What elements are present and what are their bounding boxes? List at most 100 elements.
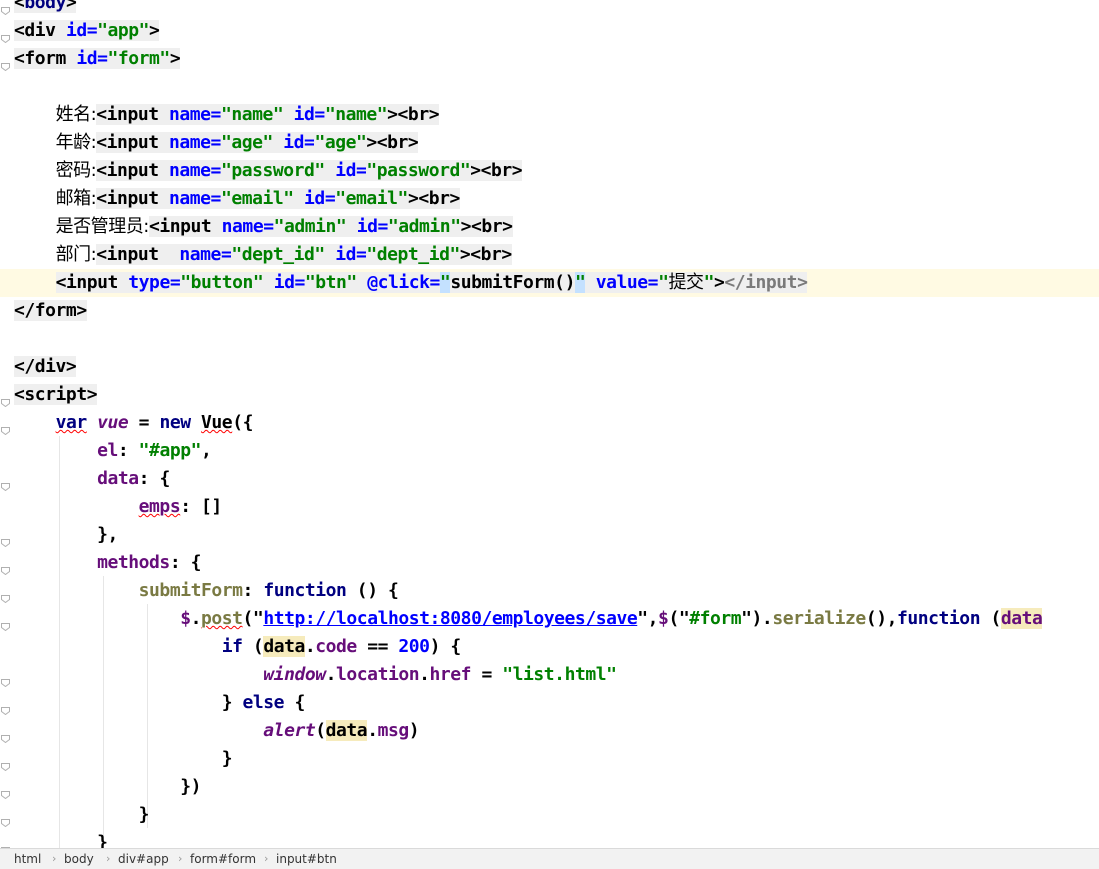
code-token: >	[713, 272, 725, 293]
code-line[interactable]: </div>	[14, 353, 77, 381]
code-token: <form	[14, 48, 77, 69]
code-token: ><br>	[366, 132, 419, 153]
code-line[interactable]: emps: []	[14, 493, 223, 521]
fold-marker-icon[interactable]	[1, 791, 10, 799]
chevron-right-icon: ›	[106, 852, 111, 865]
code-token: "	[439, 272, 451, 293]
code-line[interactable]: el: "#app",	[14, 437, 212, 465]
code-line[interactable]: $.post("http://localhost:8080/employees/…	[14, 605, 1043, 633]
fold-marker-icon[interactable]	[1, 735, 10, 743]
code-token: <input	[96, 160, 169, 181]
code-token: id=	[304, 188, 336, 209]
code-token: {	[284, 692, 305, 713]
code-line[interactable]: methods: {	[14, 549, 201, 577]
code-token: },	[14, 524, 118, 545]
fold-marker-icon[interactable]	[1, 707, 10, 715]
code-line[interactable]: submitForm: function () {	[14, 577, 399, 605]
chevron-right-icon: ›	[264, 852, 269, 865]
fold-marker-icon[interactable]	[1, 7, 10, 15]
code-line[interactable]: }	[14, 801, 150, 829]
fold-marker-icon[interactable]	[1, 399, 10, 407]
breadcrumb-body[interactable]: body	[64, 852, 94, 866]
code-token: "app"	[97, 20, 150, 41]
code-line[interactable]: 密码:<input name="password" id="password">…	[14, 157, 523, 185]
code-line[interactable]: }	[14, 745, 233, 773]
code-token: ==	[356, 636, 399, 657]
fold-marker-icon[interactable]	[1, 763, 10, 771]
fold-marker-icon[interactable]	[1, 679, 10, 687]
code-token: window	[263, 664, 326, 685]
code-line[interactable]: data: {	[14, 465, 170, 493]
code-line[interactable]: alert(data.msg)	[14, 717, 420, 745]
breadcrumb-html[interactable]: html	[14, 852, 41, 866]
code-token: id=	[273, 272, 305, 293]
code-token: "password"	[366, 160, 471, 181]
fold-marker-icon[interactable]	[1, 595, 10, 603]
code-editor[interactable]: <body> <div id="app"> <form id="form"> 姓名:…	[0, 0, 1099, 848]
code-token: "	[574, 272, 586, 293]
code-token: ,	[201, 440, 212, 461]
fold-marker-icon[interactable]	[1, 623, 10, 631]
code-line[interactable]: if (data.code == 200) {	[14, 633, 461, 661]
code-token: "admin"	[273, 216, 357, 237]
fold-marker-icon[interactable]	[1, 63, 10, 71]
code-token: submitForm	[138, 580, 243, 601]
code-line-current[interactable]: <input type="button" id="btn" @click="su…	[0, 269, 1099, 297]
code-token: location	[336, 664, 420, 685]
fold-marker-icon[interactable]	[1, 819, 10, 827]
code-line[interactable]: var vue = new Vue({	[14, 409, 254, 437]
breadcrumb-form-form[interactable]: form#form	[190, 852, 256, 866]
code-token: <script>	[14, 384, 98, 405]
code-token: "	[703, 272, 714, 293]
code-token: ("	[668, 608, 690, 629]
breadcrumb-div-app[interactable]: div#app	[118, 852, 169, 866]
code-line[interactable]: 部门:<input name="dept_id" id="dept_id"><b…	[14, 241, 512, 269]
code-token: $	[658, 608, 669, 629]
fold-marker-icon[interactable]	[1, 35, 10, 43]
code-token: ><br>	[459, 244, 512, 265]
code-line[interactable]: 邮箱:<input name="email" id="email"><br>	[14, 185, 460, 213]
code-token: id=	[335, 244, 367, 265]
code-token: )	[408, 720, 420, 741]
code-token: alert	[263, 720, 316, 741]
code-line[interactable]: <form id="form">	[14, 45, 181, 73]
code-line[interactable]: </form>	[14, 297, 87, 325]
code-line[interactable]: <script>	[14, 381, 98, 409]
code-line[interactable]: 姓名:<input name="name" id="name"><br>	[14, 101, 440, 129]
code-line[interactable]: <div id="app">	[14, 17, 160, 45]
code-line[interactable]: window.location.href = "list.html"	[14, 661, 617, 689]
code-token: "list.html"	[502, 664, 617, 685]
breadcrumb-input-btn[interactable]: input#btn	[276, 852, 337, 866]
code-token: 邮箱:	[55, 188, 97, 209]
code-line[interactable]: 年龄:<input name="age" id="age"><br>	[14, 129, 419, 157]
code-token: }	[14, 692, 243, 713]
code-token: .	[190, 608, 202, 629]
code-line[interactable]: }	[14, 829, 108, 848]
code-token: >	[65, 0, 77, 13]
code-line[interactable]: 是否管理员:<input name="admin" id="admin"><br…	[14, 213, 513, 241]
code-line[interactable]: <body>	[14, 0, 77, 17]
code-token: =	[471, 664, 503, 685]
code-token: () {	[346, 580, 399, 601]
code-token: "name"	[324, 104, 388, 125]
fold-marker-icon[interactable]	[1, 427, 10, 435]
code-line[interactable]: })	[14, 773, 201, 801]
code-line[interactable]: },	[14, 521, 118, 549]
code-token: id=	[76, 48, 108, 69]
code-token: (	[980, 608, 1001, 629]
fold-marker-icon[interactable]	[1, 539, 10, 547]
code-token: id=	[65, 20, 98, 41]
fold-marker-icon[interactable]	[1, 483, 10, 491]
code-line[interactable]: } else {	[14, 689, 306, 717]
code-token: }	[14, 748, 233, 769]
code-token: =	[128, 412, 160, 433]
code-token: id=	[335, 160, 367, 181]
code-token: "btn"	[304, 272, 368, 293]
fold-marker-icon[interactable]	[1, 567, 10, 575]
